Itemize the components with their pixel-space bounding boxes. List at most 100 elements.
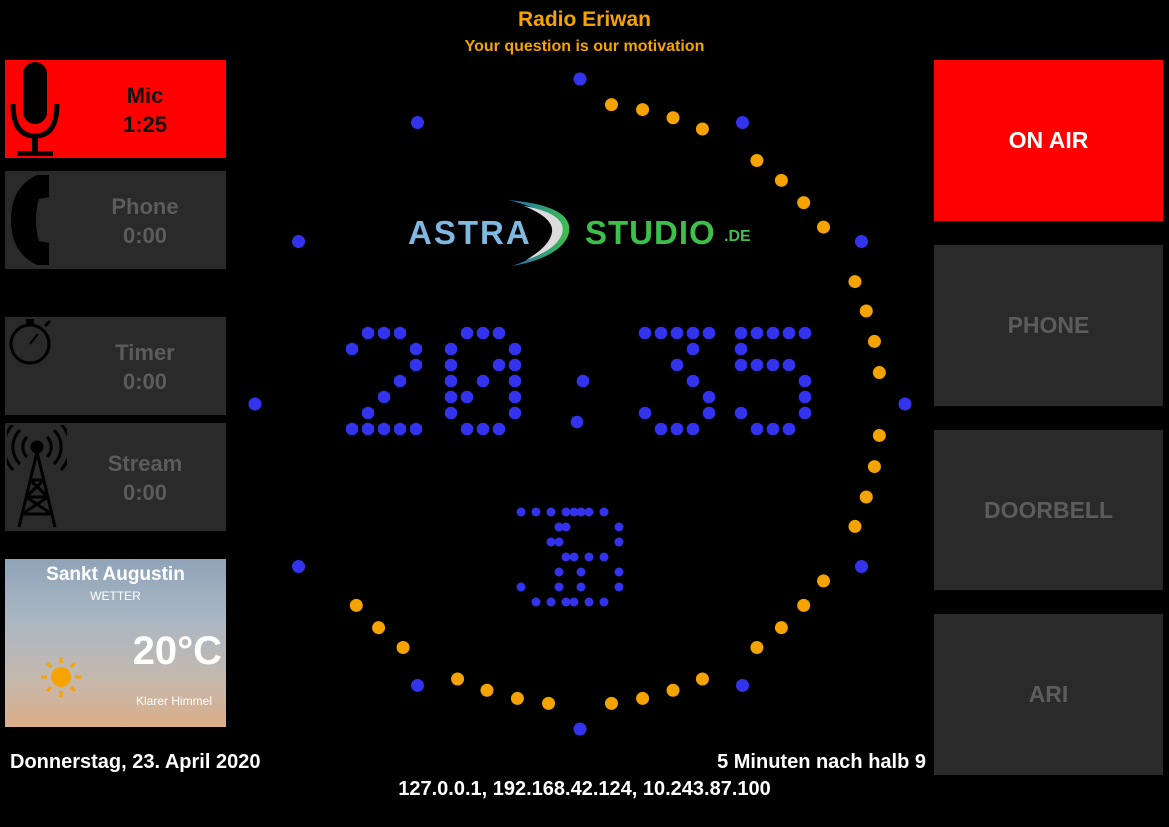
hour-marker-dot — [736, 678, 749, 692]
hour-marker-dot — [248, 397, 262, 411]
minute-digit-dot — [702, 406, 716, 420]
minute-digit-dot — [750, 422, 764, 436]
hour-marker-dot — [411, 678, 424, 692]
hour-digit-dot — [409, 358, 423, 372]
second-dot — [817, 574, 831, 588]
second-dot — [636, 103, 650, 117]
minute-digit-dot — [734, 326, 748, 340]
hour-digit-dot — [393, 422, 407, 436]
minute-digit-dot — [686, 422, 700, 436]
ari-button[interactable]: ARI — [934, 614, 1163, 775]
hour-marker-dot — [854, 235, 868, 248]
second-digit-dot — [546, 597, 556, 607]
hour-digit-dot — [508, 390, 522, 404]
hour-digit-dot — [508, 342, 522, 356]
hour-digit-dot — [460, 326, 474, 340]
hour-digit-dot — [444, 374, 458, 388]
hour-digit-dot — [508, 358, 522, 372]
phone-button[interactable]: PHONE — [934, 245, 1163, 406]
second-digit-dot — [576, 567, 586, 577]
ip-addresses: 127.0.0.1, 192.168.42.124, 10.243.87.100 — [398, 778, 771, 800]
second-digit-dot — [569, 552, 579, 562]
second-dot — [774, 173, 788, 187]
second-digit-dot — [516, 582, 526, 592]
second-digit-dot — [569, 507, 579, 517]
spoken-time-text: 5 Minuten nach halb 9 — [717, 751, 926, 773]
hour-marker-dot — [898, 397, 912, 411]
second-dot — [510, 691, 524, 705]
hour-digit-dot — [361, 422, 375, 436]
second-dot — [848, 519, 862, 533]
second-digit-dot — [531, 597, 541, 607]
second-digit-dot — [561, 597, 571, 607]
second-dot — [666, 683, 680, 697]
minute-digit-dot — [798, 326, 812, 340]
second-digit-dot — [546, 507, 556, 517]
hour-digit-dot — [492, 422, 506, 436]
hour-marker-dot — [292, 235, 306, 248]
minute-digit-dot — [734, 406, 748, 420]
second-dot — [349, 598, 363, 612]
minute-digit-dot — [670, 358, 684, 372]
second-dot — [797, 598, 811, 612]
date-text: Donnerstag, 23. April 2020 — [10, 751, 261, 773]
second-digit-dot — [614, 522, 624, 532]
second-digit-dot — [546, 537, 556, 547]
second-dot — [867, 334, 881, 348]
second-dot — [750, 153, 764, 167]
second-digit-dot — [599, 597, 609, 607]
hour-digit-dot — [492, 358, 506, 372]
hour-digit-dot — [409, 342, 423, 356]
minute-digit-dot — [686, 374, 700, 388]
minute-digit-dot — [766, 326, 780, 340]
second-digit-dot — [531, 507, 541, 517]
second-digit-dot — [554, 567, 564, 577]
minute-digit-dot — [766, 358, 780, 372]
minute-digit-dot — [670, 326, 684, 340]
hour-digit-dot — [460, 390, 474, 404]
second-dot — [451, 672, 465, 686]
hour-digit-dot — [393, 374, 407, 388]
minute-digit-dot — [654, 326, 668, 340]
second-digit-dot — [584, 507, 594, 517]
second-dot — [372, 621, 386, 635]
second-dot — [636, 691, 650, 705]
minute-digit-dot — [654, 422, 668, 436]
minute-digit-dot — [798, 390, 812, 404]
hour-digit-dot — [444, 358, 458, 372]
hour-digit-dot — [508, 406, 522, 420]
second-digit-dot — [561, 552, 571, 562]
second-dot — [774, 621, 788, 635]
doorbell-button[interactable]: DOORBELL — [934, 430, 1163, 590]
second-dot — [872, 428, 886, 442]
hour-marker-dot — [854, 560, 868, 573]
second-digit-dot — [614, 582, 624, 592]
hour-digit-dot — [492, 326, 506, 340]
hour-marker-dot — [573, 722, 587, 736]
minute-digit-dot — [798, 374, 812, 388]
second-dot — [542, 696, 556, 710]
hour-digit-dot — [345, 422, 359, 436]
minute-digit-dot — [686, 342, 700, 356]
minute-digit-dot — [702, 390, 716, 404]
second-digit-dot — [584, 552, 594, 562]
minute-digit-dot — [750, 326, 764, 340]
minute-digit-dot — [686, 326, 700, 340]
second-digit-dot — [569, 597, 579, 607]
hour-digit-dot — [508, 374, 522, 388]
on-air-button[interactable]: ON AIR — [934, 60, 1163, 221]
second-dot — [750, 641, 764, 655]
second-digit-dot — [554, 522, 564, 532]
hour-digit-dot — [444, 342, 458, 356]
second-digit-dot — [614, 537, 624, 547]
minute-digit-dot — [782, 422, 796, 436]
hour-digit-dot — [361, 326, 375, 340]
minute-digit-dot — [782, 358, 796, 372]
second-digit-dot — [561, 507, 571, 517]
minute-digit-dot — [766, 422, 780, 436]
hour-digit-dot — [476, 326, 490, 340]
hour-digit-dot — [476, 422, 490, 436]
hour-digit-dot — [409, 422, 423, 436]
hour-digit-dot — [444, 406, 458, 420]
colon-dot — [570, 415, 584, 429]
